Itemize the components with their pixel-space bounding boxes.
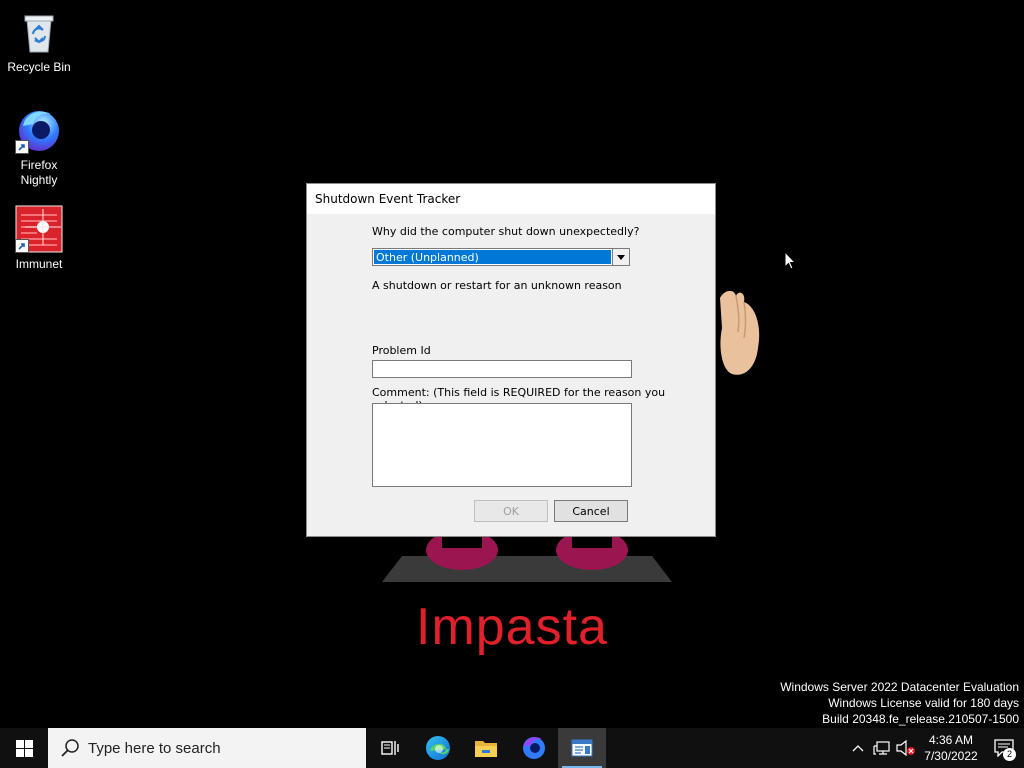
edge-icon: [426, 736, 450, 760]
reason-description: A shutdown or restart for an unknown rea…: [372, 279, 622, 292]
watermark-license: Windows License valid for 180 days: [828, 696, 1019, 710]
shutdown-question-label: Why did the computer shut down unexpecte…: [372, 225, 640, 238]
volume-button[interactable]: [894, 728, 918, 768]
shortcut-arrow-icon: [15, 140, 29, 154]
action-center-button[interactable]: 2: [984, 728, 1024, 768]
file-explorer-icon: [475, 741, 497, 757]
clock-date: 7/30/2022: [924, 749, 978, 763]
dropdown-arrow-icon[interactable]: [612, 249, 629, 265]
wallpaper-hand-image: [716, 288, 764, 378]
windows-logo-icon: [15, 739, 33, 757]
taskbar-clock[interactable]: 4:36 AM 7/30/2022: [918, 732, 984, 764]
notification-badge: 2: [1003, 748, 1016, 761]
firefox-nightly-label: Firefox Nightly: [20, 158, 58, 187]
recycle-bin-icon: [15, 8, 63, 56]
watermark-edition: Windows Server 2022 Datacenter Evaluatio…: [780, 680, 1019, 694]
search-icon: [61, 739, 79, 757]
shutdown-event-tracker-icon: [571, 739, 593, 757]
comment-textarea[interactable]: [372, 403, 632, 487]
search-placeholder: Type here to search: [88, 739, 221, 757]
taskbar: Type here to search 4:36 AM 7/30/2022 2: [0, 728, 1024, 768]
network-icon: [873, 741, 890, 755]
taskbar-search-box[interactable]: Type here to search: [48, 728, 366, 768]
network-button[interactable]: [870, 728, 894, 768]
desktop-icon-firefox-nightly[interactable]: Firefox Nightly: [1, 106, 77, 188]
show-hidden-icons-button[interactable]: [846, 728, 870, 768]
wallpaper-character-image: [382, 530, 672, 582]
taskbar-edge[interactable]: [414, 728, 462, 768]
taskbar-shutdown-event-tracker[interactable]: [558, 728, 606, 768]
immunet-icon: [15, 205, 63, 253]
shutdown-reason-select[interactable]: Other (Unplanned): [372, 248, 630, 266]
mouse-cursor-icon: [784, 250, 797, 276]
cancel-button[interactable]: Cancel: [554, 500, 628, 522]
task-view-icon: [381, 741, 399, 755]
start-button[interactable]: [0, 728, 48, 768]
windows-watermark: Windows Server 2022 Datacenter Evaluatio…: [780, 679, 1019, 727]
ok-button[interactable]: OK: [474, 500, 548, 522]
system-tray: 4:36 AM 7/30/2022 2: [846, 728, 1024, 768]
wallpaper-title: Impasta: [416, 598, 608, 656]
firefox-nightly-icon: [523, 737, 545, 759]
problem-id-input[interactable]: [372, 360, 632, 378]
task-view-button[interactable]: [366, 728, 414, 768]
volume-muted-icon: [896, 740, 915, 756]
dialog-titlebar[interactable]: Shutdown Event Tracker: [307, 184, 715, 214]
shortcut-arrow-icon: [15, 239, 29, 253]
chevron-up-icon: [852, 745, 864, 752]
immunet-label: Immunet: [15, 257, 63, 271]
firefox-nightly-icon: [15, 106, 63, 154]
recycle-bin-label: Recycle Bin: [7, 60, 71, 74]
shutdown-reason-value: Other (Unplanned): [374, 250, 611, 264]
desktop-icon-recycle-bin[interactable]: Recycle Bin: [1, 8, 77, 75]
shutdown-event-tracker-dialog: Shutdown Event Tracker Why did the compu…: [306, 183, 716, 537]
taskbar-firefox-nightly[interactable]: [510, 728, 558, 768]
desktop-icon-immunet[interactable]: Immunet: [1, 205, 77, 272]
watermark-build: Build 20348.fe_release.210507-1500: [822, 712, 1019, 726]
taskbar-file-explorer[interactable]: [462, 728, 510, 768]
clock-time: 4:36 AM: [928, 733, 974, 747]
dialog-title: Shutdown Event Tracker: [315, 192, 461, 206]
problem-id-label: Problem Id: [372, 344, 431, 357]
